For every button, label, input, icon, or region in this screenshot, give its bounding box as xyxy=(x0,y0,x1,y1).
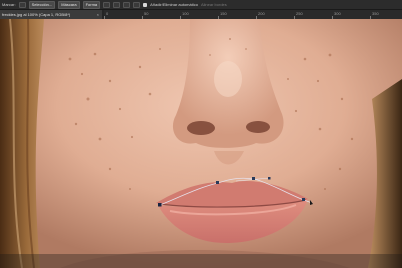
document-canvas[interactable] xyxy=(0,19,402,268)
ruler-label: 200 xyxy=(258,11,265,16)
path-operations-icon[interactable] xyxy=(103,1,111,8)
align-edges-label[interactable]: Alinear bordes xyxy=(201,2,227,7)
document-tab[interactable]: freckles.jpg al 100% (Capa 1, RGB/8*) × xyxy=(0,10,102,19)
options-bar: Marcar: Selección... Máscara Forma Añadi… xyxy=(0,0,402,10)
mask-button[interactable]: Máscara xyxy=(58,0,80,9)
auto-add-checkbox[interactable] xyxy=(143,2,148,7)
portrait-photo xyxy=(0,19,402,268)
mode-label: Marcar: xyxy=(2,2,16,7)
close-icon[interactable]: × xyxy=(97,10,99,19)
path-arrangement-icon[interactable] xyxy=(123,1,131,8)
auto-add-label: Añadir/Eliminar automático xyxy=(150,2,198,7)
selection-button[interactable]: Selección... xyxy=(28,0,56,9)
ruler-label: 50 xyxy=(144,11,149,16)
ruler-label: 250 xyxy=(296,11,303,16)
gear-icon[interactable] xyxy=(133,1,141,8)
ruler-label: 0 xyxy=(106,11,109,16)
ruler-label: 100 xyxy=(182,11,189,16)
document-tab-title: freckles.jpg al 100% (Capa 1, RGB/8*) xyxy=(2,12,71,17)
pen-mode-dropdown[interactable] xyxy=(18,1,26,8)
horizontal-ruler: 0 50 100 150 200 250 300 350 xyxy=(104,10,402,19)
ruler-label: 300 xyxy=(334,11,341,16)
path-alignment-icon[interactable] xyxy=(113,1,121,8)
shape-button[interactable]: Forma xyxy=(82,0,101,9)
ruler-label: 150 xyxy=(220,11,227,16)
ruler-label: 350 xyxy=(372,11,379,16)
